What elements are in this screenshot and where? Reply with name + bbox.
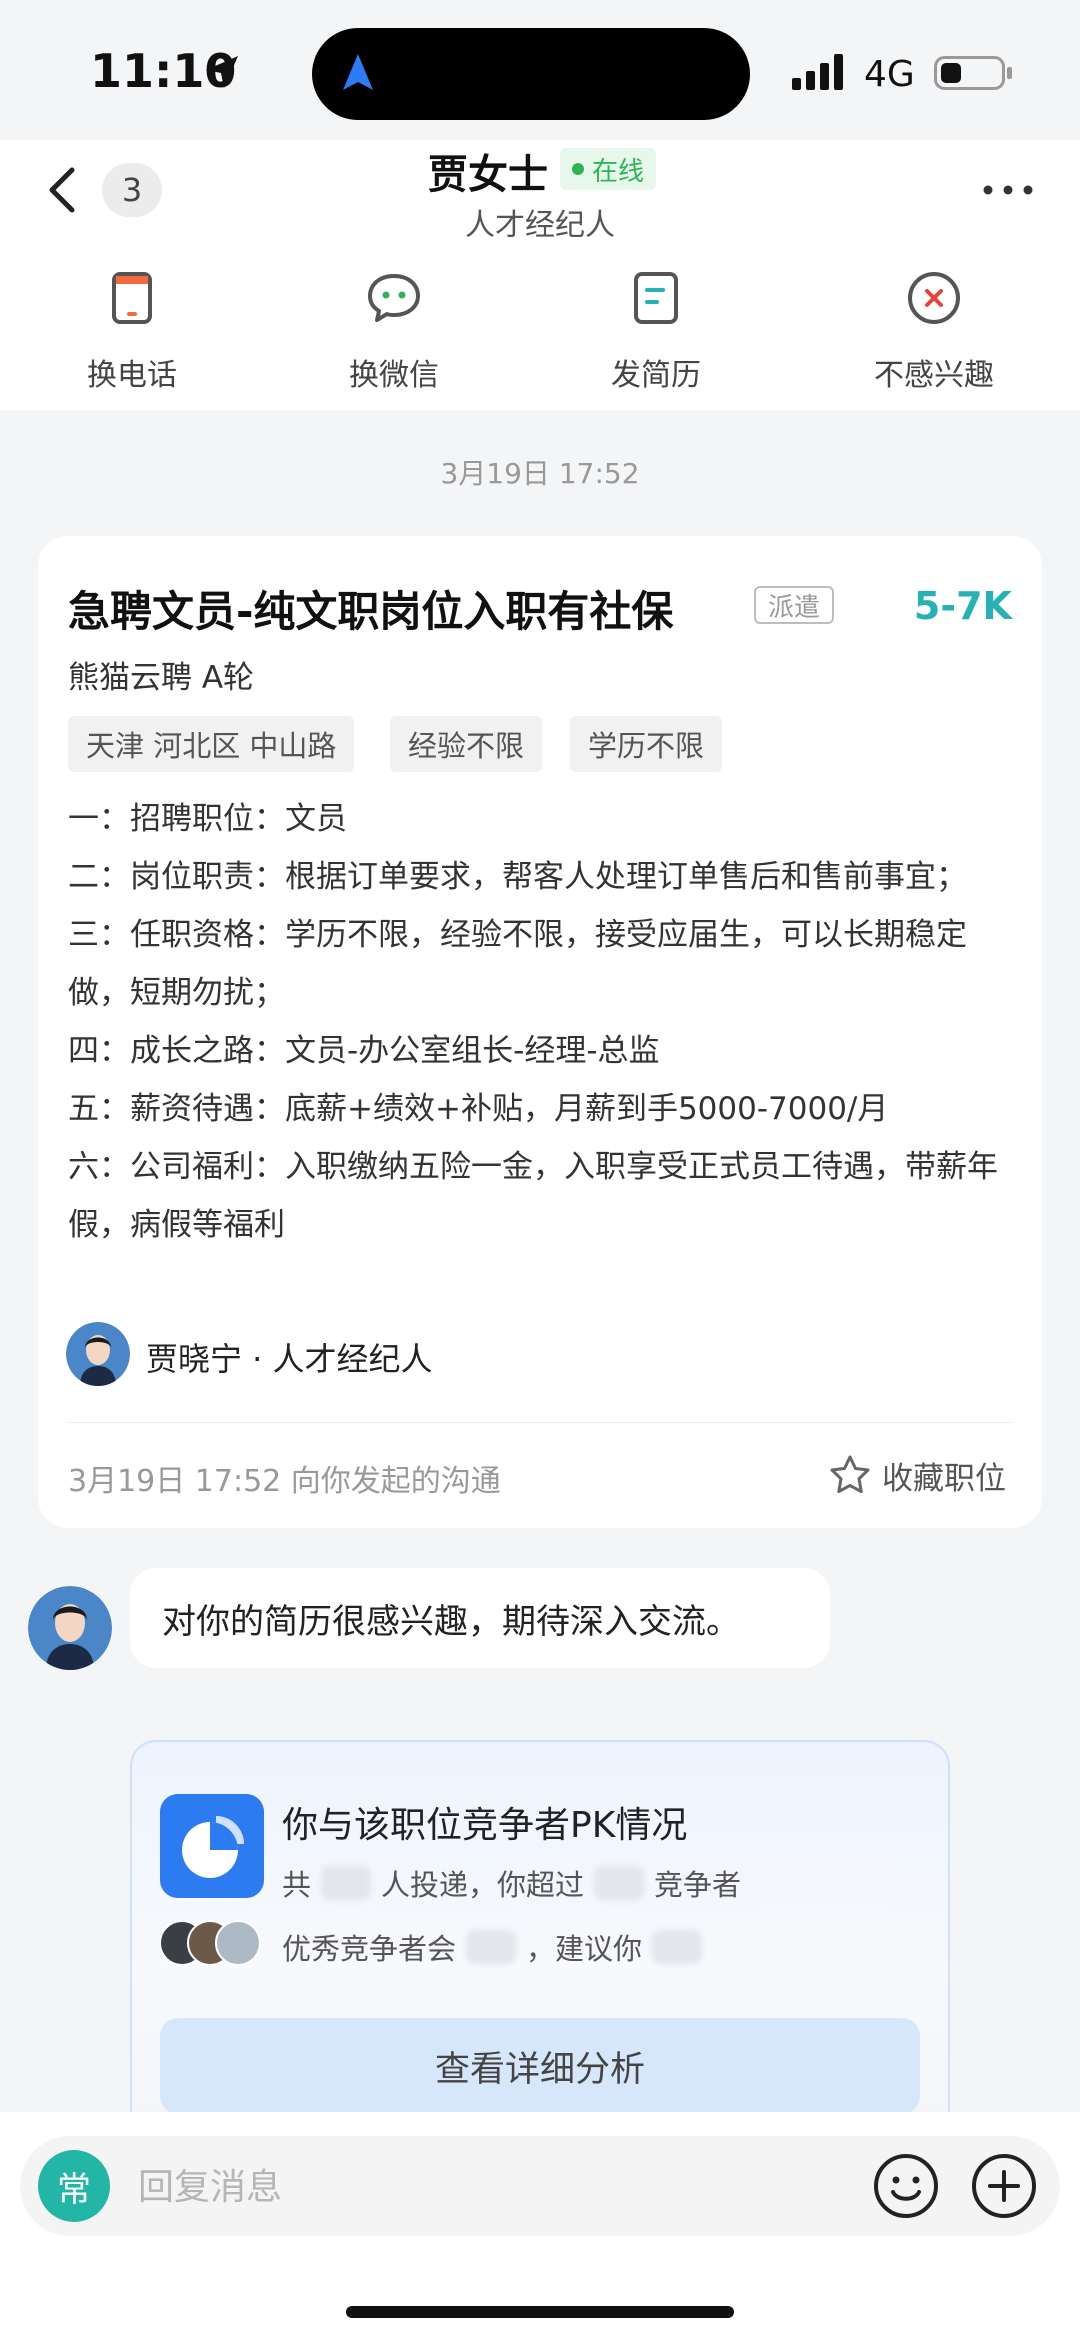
phone-icon: [112, 272, 152, 324]
blurred-value: [652, 1930, 703, 1964]
emoji-button[interactable]: [872, 2152, 940, 2220]
pk-text: 人投递，你超过: [381, 1868, 585, 1902]
competitor-avatars: [160, 1920, 261, 1966]
contact-role: 人才经纪人: [465, 208, 615, 243]
company-name: 熊猫云聘 A轮: [68, 660, 255, 696]
job-description-line: 一：招聘职位：文员: [68, 801, 347, 837]
card-footer-text: 3月19日 17:52 向你发起的沟通: [68, 1464, 501, 1499]
job-tag-location: 天津 河北区 中山路: [68, 716, 355, 772]
job-tag-experience: 经验不限: [390, 716, 543, 772]
recruiter-avatar[interactable]: [66, 1322, 130, 1386]
job-description-line: 五：薪资待遇：底薪+绩效+补贴，月薪到手5000-7000/月: [68, 1091, 889, 1127]
blurred-value: [466, 1930, 517, 1964]
action-label: 发简历: [611, 358, 701, 393]
wechat-icon: [368, 274, 420, 322]
swap-phone-button[interactable]: 换电话: [42, 268, 222, 394]
more-actions-button[interactable]: [970, 2152, 1038, 2220]
pk-text: ，建议你: [526, 1932, 643, 1966]
star-icon: [830, 1455, 870, 1493]
blurred-value: [594, 1866, 645, 1900]
not-interested-button[interactable]: 不感兴趣: [844, 268, 1024, 394]
action-label: 换电话: [87, 358, 177, 393]
home-indicator[interactable]: [346, 2306, 734, 2318]
action-label: 不感兴趣: [874, 358, 994, 393]
job-salary: 5-7K: [913, 584, 1012, 628]
navigation-app-icon: [343, 54, 373, 90]
online-status-badge: 在线: [560, 148, 657, 190]
view-analysis-button[interactable]: 查看详细分析: [160, 2018, 920, 2114]
action-label: 换微信: [349, 358, 439, 393]
job-description-line: 六：公司福利：入职缴纳五险一金，入职享受正式员工待遇，带薪年假，病假等福利: [68, 1149, 998, 1243]
signal-icon: [792, 54, 843, 90]
favorite-job-button[interactable]: 收藏职位: [828, 1450, 1006, 1500]
chat-timestamp: 3月19日 17:52: [440, 457, 640, 490]
pk-text: 共: [282, 1868, 312, 1902]
pk-title: 你与该职位竞争者PK情况: [282, 1805, 688, 1846]
battery-icon: [934, 56, 1012, 90]
job-description: 一：招聘职位：文员 二：岗位职责：根据订单要求，帮客人处理订单售后和售前事宜； …: [68, 790, 1012, 1254]
not-interested-icon: [908, 272, 960, 324]
message-bubble[interactable]: 对你的简历很感兴趣，期待深入交流。: [130, 1568, 830, 1668]
pie-chart-icon: [160, 1794, 264, 1898]
more-options-button[interactable]: [980, 180, 1036, 200]
send-resume-button[interactable]: 发简历: [566, 268, 746, 394]
pk-applicants-line: 共 人投递，你超过 竞争者: [282, 1862, 741, 1904]
pk-suggestion-line: 优秀竞争者会 ，建议你: [282, 1926, 712, 1968]
job-title: 急聘文员-纯文职岗位入职有社保: [68, 587, 674, 636]
job-tag-education: 学历不限: [570, 716, 723, 772]
online-dot-icon: [572, 163, 584, 175]
location-arrow-icon: [206, 56, 238, 88]
sender-avatar[interactable]: [28, 1586, 112, 1670]
favorite-label: 收藏职位: [882, 1460, 1006, 1497]
contact-name: 贾女士: [428, 152, 548, 198]
job-description-line: 四：成长之路：文员-办公室组长-经理-总监: [68, 1033, 660, 1069]
job-description-line: 三：任职资格：学历不限，经验不限，接受应届生，可以长期稳定做，短期勿扰；: [68, 917, 967, 1011]
dynamic-island: [312, 28, 750, 120]
resume-icon: [634, 272, 678, 324]
quick-reply-button[interactable]: 常: [38, 2150, 110, 2222]
online-status-label: 在线: [592, 156, 645, 187]
card-divider: [68, 1422, 1012, 1423]
network-type: 4G: [864, 54, 915, 95]
pk-text: 优秀竞争者会: [282, 1932, 457, 1966]
blurred-value: [321, 1866, 372, 1900]
recruiter-info: 贾晓宁 · 人才经纪人: [146, 1340, 433, 1378]
pk-text: 竞争者: [654, 1868, 742, 1902]
swap-wechat-button[interactable]: 换微信: [304, 268, 484, 394]
job-description-line: 二：岗位职责：根据订单要求，帮客人处理订单售后和售前事宜；: [68, 859, 967, 895]
reply-input[interactable]: [136, 2154, 820, 2220]
dispatch-tag: 派遣: [754, 586, 834, 624]
